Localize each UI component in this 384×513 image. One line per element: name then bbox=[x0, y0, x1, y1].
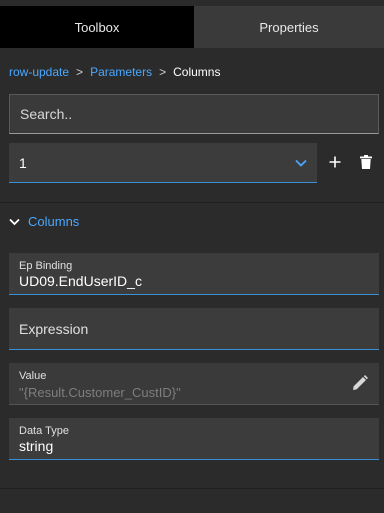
column-selector[interactable]: 1 bbox=[9, 143, 317, 183]
value-field: Value "{Result.Customer_CustID}" bbox=[9, 363, 379, 405]
selector-value: 1 bbox=[19, 154, 27, 171]
ep-binding-field[interactable]: Ep Binding UD09.EndUserID_c bbox=[9, 253, 379, 295]
add-button[interactable] bbox=[326, 152, 344, 172]
breadcrumb-row-update[interactable]: row-update bbox=[9, 65, 69, 79]
search-box bbox=[9, 94, 379, 134]
tab-bar: Toolbox Properties bbox=[0, 6, 384, 48]
field-label: Ep Binding bbox=[19, 260, 73, 272]
divider bbox=[0, 202, 384, 203]
chevron-down-icon bbox=[9, 218, 20, 225]
trash-icon bbox=[360, 155, 372, 169]
expression-field[interactable]: Expression bbox=[9, 308, 379, 350]
tab-properties[interactable]: Properties bbox=[194, 6, 384, 48]
field-value: "{Result.Customer_CustID}" bbox=[19, 385, 181, 400]
plus-icon bbox=[329, 156, 341, 168]
pencil-icon bbox=[353, 375, 368, 390]
field-value: UD09.EndUserID_c bbox=[19, 273, 142, 289]
breadcrumb-separator: > bbox=[159, 65, 167, 79]
delete-button[interactable] bbox=[357, 152, 375, 172]
breadcrumb-current: Columns bbox=[173, 65, 221, 79]
breadcrumb: row-update > Parameters > Columns bbox=[9, 65, 220, 79]
data-type-field[interactable]: Data Type string bbox=[9, 418, 379, 460]
field-value: string bbox=[19, 438, 54, 454]
section-label: Columns bbox=[28, 214, 80, 229]
field-label: Value bbox=[19, 370, 47, 382]
chevron-down-icon bbox=[295, 159, 307, 167]
breadcrumb-parameters[interactable]: Parameters bbox=[90, 65, 152, 79]
search-input[interactable] bbox=[10, 95, 378, 133]
divider bbox=[0, 488, 384, 489]
tab-toolbox[interactable]: Toolbox bbox=[0, 6, 194, 48]
breadcrumb-separator: > bbox=[76, 65, 84, 79]
edit-value-button[interactable] bbox=[351, 374, 369, 392]
columns-section-header[interactable]: Columns bbox=[9, 214, 79, 229]
field-label: Data Type bbox=[19, 425, 69, 437]
field-label: Expression bbox=[19, 320, 89, 337]
